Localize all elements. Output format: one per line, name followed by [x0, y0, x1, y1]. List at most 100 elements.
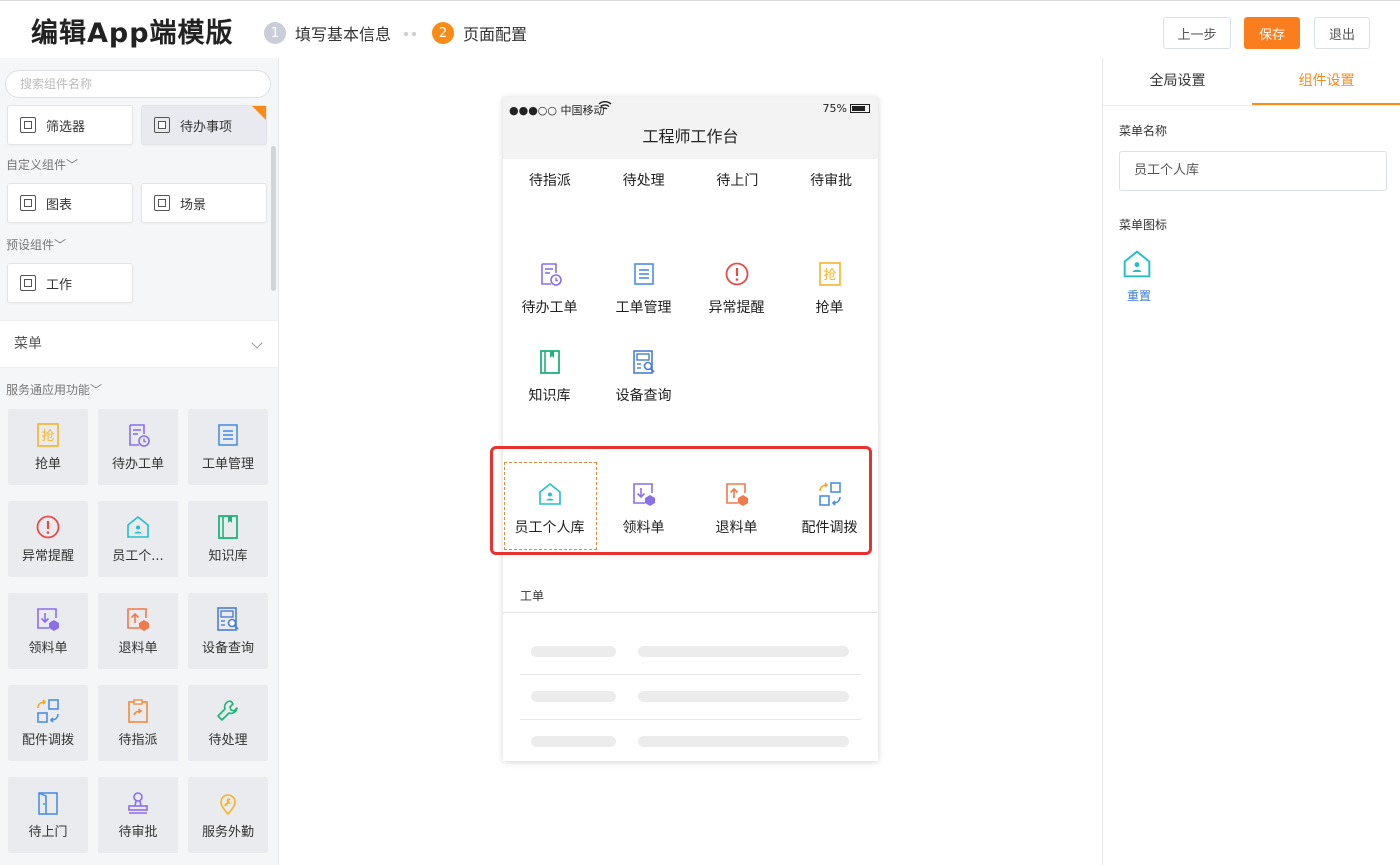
step-number: 2	[432, 22, 454, 44]
divider	[520, 719, 861, 720]
material-receive-icon	[37, 608, 59, 631]
battery-icon	[850, 104, 870, 113]
tab-component-settings[interactable]: 组件设置	[1252, 58, 1400, 105]
phone-tab-to-handle[interactable]: 待处理	[597, 170, 691, 190]
wrench-icon	[217, 700, 238, 721]
component-todo[interactable]: 待办事项	[141, 105, 267, 145]
material-return-icon	[127, 608, 149, 631]
step-label: 填写基本信息	[295, 25, 392, 44]
alert-icon	[725, 262, 748, 286]
tile-parts-transfer[interactable]: 配件调拨	[8, 685, 88, 761]
menu-collapse-header[interactable]: 菜单	[0, 320, 278, 368]
carrier-label: ●●●○○ 中国移动	[509, 104, 605, 117]
tile-field-service[interactable]: 服务外勤	[188, 777, 268, 853]
phone-menu-order-manage[interactable]: 工单管理	[597, 257, 690, 337]
step-label: 页面配置	[463, 25, 528, 44]
tile-pending-order[interactable]: 待办工单	[98, 409, 178, 485]
component-search-input[interactable]: 搜索组件名称	[5, 70, 271, 98]
tile-material-return[interactable]: 退料单	[98, 593, 178, 669]
phone-menu-label: 抢单	[815, 300, 844, 316]
tile-to-approve[interactable]: 待审批	[98, 777, 178, 853]
tabs-divider	[1103, 105, 1400, 106]
order-manage-icon	[633, 263, 654, 285]
tile-label: 待处理	[208, 733, 248, 748]
phone-menu-label: 异常提醒	[708, 300, 765, 316]
tab-global-settings[interactable]: 全局设置	[1103, 58, 1252, 105]
tile-label: 待上门	[28, 825, 68, 840]
divider	[503, 612, 878, 613]
tile-to-handle[interactable]: 待处理	[188, 685, 268, 761]
prev-step-button[interactable]: 上一步	[1163, 17, 1231, 49]
phone-menu-label: 待办工单	[521, 300, 578, 316]
skeleton-bar	[638, 691, 849, 702]
settings-panel: 全局设置 组件设置 菜单名称 员工个人库 菜单图标 重置	[1102, 58, 1400, 865]
selected-component-highlight	[490, 446, 872, 555]
group-preset-components[interactable]: 预设组件﹀	[6, 236, 66, 253]
skeleton-bar	[531, 736, 616, 747]
component-icon	[20, 195, 36, 211]
svg-text:抢: 抢	[41, 428, 54, 444]
phone-status-tabs: 待指派 待处理 待上门 待审批	[503, 170, 878, 190]
step-page-config: 2 页面配置	[432, 21, 527, 45]
tile-to-assign[interactable]: 待指派	[98, 685, 178, 761]
component-scene[interactable]: 场景	[141, 183, 267, 223]
page-title: 编辑App端模版	[31, 18, 234, 49]
order-manage-icon	[218, 424, 238, 446]
phone-nav-title: 工程师工作台	[503, 121, 878, 159]
staff-store-icon[interactable]	[1121, 248, 1153, 280]
component-label: 待办事项	[180, 119, 233, 135]
grab-order-icon: 抢	[818, 262, 841, 286]
phone-menu-knowledge[interactable]: 知识库	[503, 345, 596, 425]
skeleton-bar	[638, 646, 849, 657]
tile-grab-order[interactable]: 抢 抢单	[8, 409, 88, 485]
phone-menu-pending-order[interactable]: 待办工单	[503, 257, 596, 337]
alert-icon	[36, 515, 60, 539]
tile-label: 员工个...	[112, 549, 164, 564]
phone-tab-to-assign[interactable]: 待指派	[503, 170, 597, 190]
component-work[interactable]: 工作	[7, 263, 133, 303]
save-button[interactable]: 保存	[1244, 17, 1300, 49]
battery-status: 75%	[823, 102, 870, 115]
phone-preview: ●●●○○ 中国移动 75% 工程师工作台 待指派 待处理 待上门 待审批 待办…	[503, 97, 878, 761]
knowledge-icon	[218, 515, 238, 539]
menu-name-input[interactable]: 员工个人库	[1119, 151, 1387, 191]
tile-alert[interactable]: 异常提醒	[8, 501, 88, 577]
component-label: 场景	[180, 197, 207, 213]
component-icon	[20, 275, 36, 291]
selected-corner-badge	[252, 106, 266, 120]
component-filter[interactable]: 筛选器	[7, 105, 133, 145]
phone-tab-to-approve[interactable]: 待审批	[784, 170, 878, 190]
phone-menu-grab-order[interactable]: 抢 抢单	[783, 257, 876, 337]
phone-status-bar: ●●●○○ 中国移动 75%	[503, 97, 878, 121]
phone-menu-label: 知识库	[528, 388, 571, 404]
step-basic-info: 1 填写基本信息	[264, 21, 391, 45]
tile-staff-store[interactable]: 员工个...	[98, 501, 178, 577]
component-sidebar: 搜索组件名称 筛选器 待办事项 自定义组件﹀ 图表 场景 预设组件﹀ 工作 菜单…	[0, 58, 279, 865]
tile-label: 工单管理	[201, 457, 254, 472]
tile-knowledge[interactable]: 知识库	[188, 501, 268, 577]
tile-label: 配件调拨	[21, 733, 74, 748]
tile-material-receive[interactable]: 领料单	[8, 593, 88, 669]
phone-menu-alert[interactable]: 异常提醒	[690, 257, 783, 337]
tile-label: 设备查询	[201, 641, 254, 656]
work-order-section-title: 工单	[520, 589, 545, 603]
exit-button[interactable]: 退出	[1314, 17, 1370, 49]
to-assign-icon	[128, 699, 148, 723]
tile-to-visit[interactable]: 待上门	[8, 777, 88, 853]
step-number: 1	[264, 22, 286, 44]
component-chart[interactable]: 图表	[7, 183, 133, 223]
door-icon	[38, 792, 58, 815]
reset-icon-link[interactable]: 重置	[1127, 287, 1151, 304]
phone-tab-to-visit[interactable]: 待上门	[691, 170, 785, 190]
device-search-icon	[632, 350, 655, 374]
pending-order-icon	[129, 424, 150, 447]
tile-device-search[interactable]: 设备查询	[188, 593, 268, 669]
sidebar-scrollbar[interactable]	[271, 146, 276, 291]
parts-transfer-icon	[37, 699, 59, 723]
tile-label: 退料单	[118, 641, 158, 656]
staff-store-icon	[127, 515, 149, 538]
phone-menu-device-search[interactable]: 设备查询	[597, 345, 690, 425]
group-custom-components[interactable]: 自定义组件﹀	[6, 156, 78, 173]
group-service-functions[interactable]: 服务通应用功能﹀	[6, 381, 103, 398]
tile-order-manage[interactable]: 工单管理	[188, 409, 268, 485]
